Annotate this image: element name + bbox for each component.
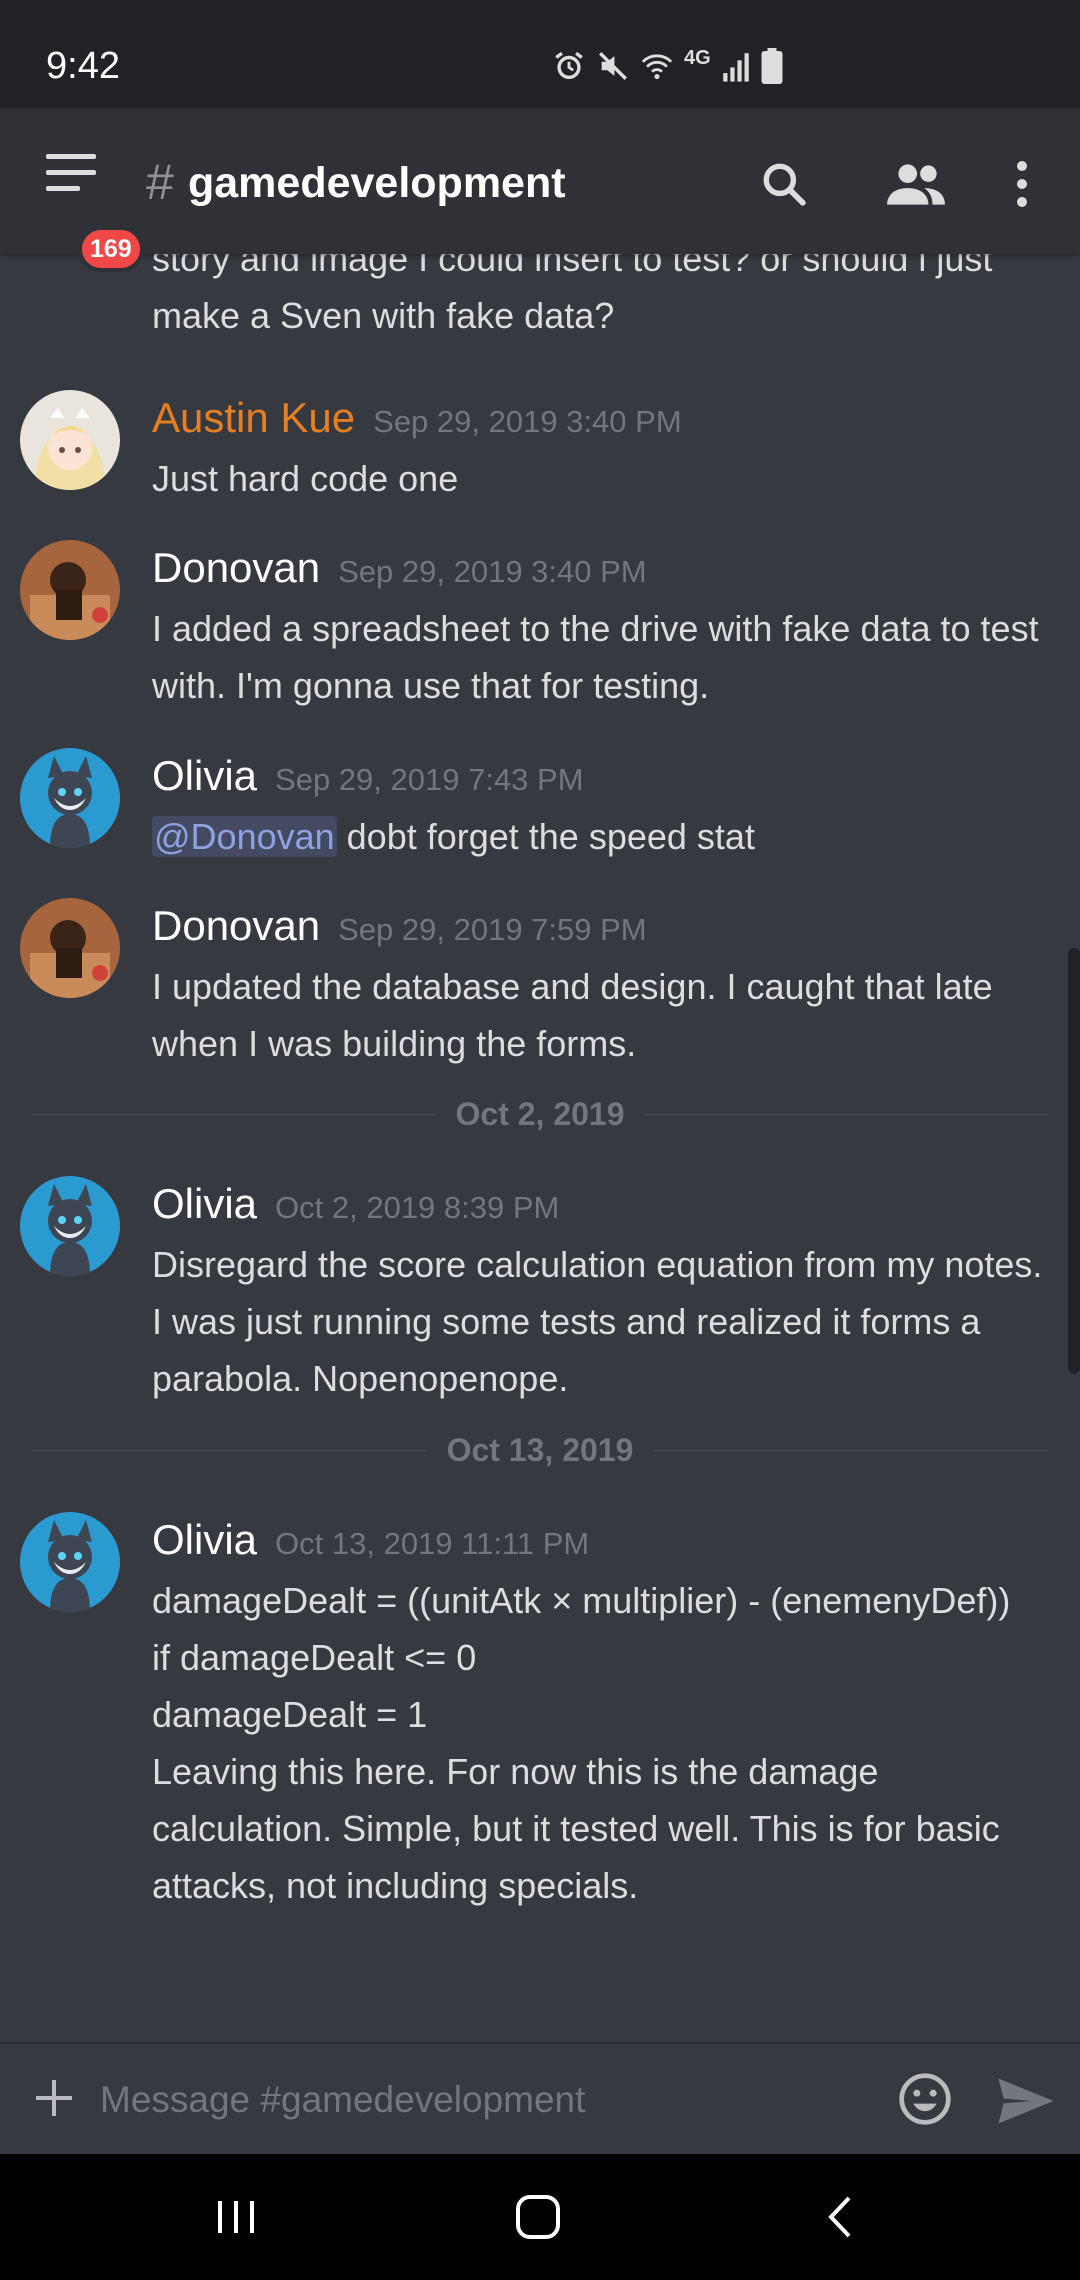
username[interactable]: Olivia [152, 748, 257, 804]
avatar[interactable] [20, 390, 120, 490]
scrollbar[interactable] [1068, 948, 1080, 1374]
message-composer [0, 2042, 1080, 2154]
username[interactable]: Olivia [152, 1176, 257, 1232]
timestamp: Oct 2, 2019 8:39 PM [275, 1190, 560, 1225]
avatar[interactable] [20, 540, 120, 640]
message-line: Just hard code one [152, 458, 459, 499]
channel-hash-icon: # [146, 154, 174, 210]
message-text: dobt forget the speed stat [336, 816, 755, 857]
user-mention[interactable]: @Donovan [152, 816, 337, 857]
message-input[interactable] [100, 2068, 880, 2132]
avatar[interactable] [20, 748, 120, 848]
more-vertical-icon [1017, 161, 1027, 207]
send-button[interactable] [990, 2066, 1062, 2136]
avatar[interactable] [20, 1512, 120, 1612]
emoji-icon [899, 2073, 951, 2125]
recent-apps-icon [218, 2201, 254, 2233]
status-bar: 9:42 4G [0, 0, 1080, 108]
date-divider: Oct 2, 2019 [32, 1094, 1048, 1134]
message-header: Olivia Oct 2, 2019 8:39 PM [152, 1176, 559, 1232]
username[interactable]: Austin Kue [152, 390, 355, 446]
message-body: I added a spreadsheet to the drive with … [152, 600, 1062, 714]
message-list[interactable]: story and image I could insert to test? … [0, 254, 1080, 2042]
partial-message-text: story and image I could insert to test? … [152, 254, 993, 336]
message-body: Just hard code one [152, 450, 1062, 507]
back-button[interactable] [800, 2182, 880, 2252]
members-button[interactable] [880, 152, 952, 216]
message-line: damageDealt = 1 [152, 1694, 428, 1735]
home-icon [516, 2195, 560, 2239]
message-line: if damageDealt <= 0 [152, 1637, 477, 1678]
timestamp: Sep 29, 2019 7:43 PM [275, 762, 584, 797]
emoji-button[interactable] [890, 2064, 960, 2134]
timestamp: Sep 29, 2019 3:40 PM [373, 404, 682, 439]
message-header: Donovan Sep 29, 2019 3:40 PM [152, 540, 647, 596]
recent-apps-button[interactable] [196, 2182, 276, 2252]
username[interactable]: Donovan [152, 898, 320, 954]
signal-icon [721, 49, 751, 83]
message-header: Austin Kue Sep 29, 2019 3:40 PM [152, 390, 682, 446]
message-line: I updated the database and design. I cau… [152, 966, 993, 1064]
timestamp: Oct 13, 2019 11:11 PM [275, 1526, 590, 1561]
message-line: @Donovan dobt forget the speed stat [152, 808, 1062, 865]
wifi-icon [640, 49, 674, 83]
message-body: damageDealt = ((unitAtk × multiplier) - … [152, 1572, 1062, 1914]
message-header: Olivia Sep 29, 2019 7:43 PM [152, 748, 584, 804]
members-icon [887, 164, 945, 205]
divider-date: Oct 2, 2019 [435, 1094, 645, 1134]
date-divider: Oct 13, 2019 [32, 1430, 1048, 1470]
message-line: damageDealt = ((unitAtk × multiplier) - … [152, 1580, 1011, 1621]
send-icon [998, 2078, 1054, 2124]
search-button[interactable] [752, 152, 816, 216]
add-attachment-button[interactable] [24, 2068, 84, 2128]
message-body: @Donovan dobt forget the speed stat [152, 808, 1062, 865]
more-options-button[interactable] [990, 152, 1054, 216]
plus-icon [36, 2080, 72, 2116]
message-header: Olivia Oct 13, 2019 11:11 PM [152, 1512, 589, 1568]
channel-title: gamedevelopment [188, 159, 566, 207]
mute-icon [596, 49, 630, 83]
search-icon [763, 163, 806, 206]
timestamp: Sep 29, 2019 3:40 PM [338, 554, 647, 589]
channel-header: 169 # gamedevelopment [0, 108, 1080, 272]
hamburger-icon [46, 154, 96, 191]
back-icon [828, 2196, 851, 2238]
divider-date: Oct 13, 2019 [426, 1430, 654, 1470]
message-line: I added a spreadsheet to the drive with … [152, 608, 1039, 706]
message-body: I updated the database and design. I cau… [152, 958, 1062, 1072]
home-button[interactable] [498, 2182, 578, 2252]
network-type-label: 4G [684, 46, 711, 69]
alarm-icon [552, 49, 586, 83]
menu-button[interactable]: 169 [40, 148, 144, 272]
message-body: Disregard the score calculation equation… [152, 1236, 1062, 1407]
username[interactable]: Donovan [152, 540, 320, 596]
timestamp: Sep 29, 2019 7:59 PM [338, 912, 647, 947]
message-line: Leaving this here. For now this is the d… [152, 1751, 1000, 1906]
message-header: Donovan Sep 29, 2019 7:59 PM [152, 898, 647, 954]
system-navigation-bar [0, 2154, 1080, 2280]
avatar[interactable] [20, 1176, 120, 1276]
battery-icon [761, 48, 783, 84]
status-icons: 4G [552, 44, 783, 88]
status-time: 9:42 [46, 45, 120, 87]
username[interactable]: Olivia [152, 1512, 257, 1568]
notification-badge: 169 [78, 226, 144, 272]
avatar[interactable] [20, 898, 120, 998]
message-line: Disregard the score calculation equation… [152, 1244, 1043, 1399]
